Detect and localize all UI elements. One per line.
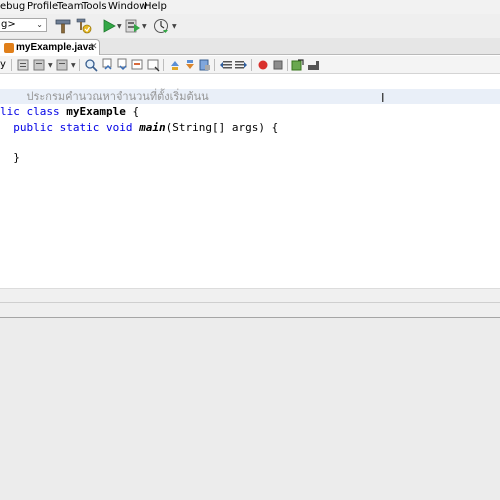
forward-dropdown-icon[interactable]: ▼ [71,62,76,69]
keyword-public: lic [0,105,20,118]
chevron-down-icon: ⌄ [36,20,43,29]
text-cursor-icon: I [381,91,385,105]
clean-build-hammer-icon [55,19,71,34]
find-next-icon[interactable] [116,58,130,72]
menu-debug[interactable]: ebug [0,1,25,13]
separator [214,59,215,71]
code-editor[interactable]: ประกรมคำนวณหาจำนวนที่ตั้งเริ่มต้นน lic c… [0,74,500,288]
open-brace: { [132,105,140,118]
class-name: myExample [66,105,126,118]
editor-tab-bar: myExample.java ✕ [0,38,500,55]
menu-bar: ebug Profile Team Tools Window Help [0,0,500,14]
code-comment: ประกรมคำนวณหาจำนวนที่ตั้งเริ่มต้นน [26,90,209,103]
profile-dropdown-icon[interactable]: ▼ [172,23,177,30]
debug-button[interactable] [124,17,142,35]
keyword-static: static [59,121,100,134]
build-icon [76,18,92,34]
previous-bookmark-icon[interactable] [168,58,182,72]
separator [79,59,80,71]
back-dropdown-icon[interactable]: ▼ [48,62,53,69]
profile-icon [154,19,168,33]
menu-window[interactable]: Window [108,1,147,13]
toggle-bookmark-icon[interactable] [198,58,212,72]
configuration-value: g> [1,19,16,30]
keyword-public: public [13,121,53,134]
separator [287,59,288,71]
separator [163,59,164,71]
next-bookmark-icon[interactable] [183,58,197,72]
run-dropdown-icon[interactable]: ▼ [117,23,122,30]
stop-macro-recording-icon[interactable] [271,58,285,72]
shift-left-icon[interactable] [219,58,233,72]
close-icon[interactable]: ✕ [90,41,98,54]
keyword-void: void [106,121,133,134]
close-brace: } [13,151,20,164]
main-toolbar: g> ⌄ ▼ ▼ ▼ [0,14,500,38]
menu-tools[interactable]: Tools [82,1,107,13]
tab-myexample-java[interactable]: myExample.java ✕ [0,39,100,55]
code-line-comment: ประกรมคำนวณหาจำนวนที่ตั้งเริ่มต้นน [0,74,209,103]
comment-icon[interactable] [291,58,305,72]
code-line-main-declaration: public static void main(String[] args) { [0,120,278,135]
start-macro-recording-icon[interactable] [256,58,270,72]
find-selection-icon[interactable] [84,58,98,72]
status-bar [0,302,500,318]
keyword-class: class [26,105,60,118]
back-icon[interactable] [33,58,47,72]
uncomment-icon[interactable] [307,58,321,72]
separator [11,59,12,71]
method-params: (String[] args) { [165,121,279,134]
last-edit-icon[interactable] [16,58,30,72]
build-button[interactable] [75,17,93,35]
run-icon [103,19,116,33]
editor-horizontal-scrollbar[interactable] [0,288,500,302]
java-file-icon [4,43,14,53]
run-button[interactable] [100,17,118,35]
code-line-class-declaration: lic class myExample { [0,104,139,119]
forward-icon[interactable] [56,58,70,72]
code-line-close-brace: } [0,150,20,165]
configuration-select[interactable]: g> ⌄ [0,18,47,32]
shift-right-icon[interactable] [234,58,248,72]
toggle-highlight-icon[interactable] [131,58,145,72]
separator [251,59,252,71]
menu-team[interactable]: Team [57,1,83,13]
history-tab-label[interactable]: y [0,59,6,71]
clean-build-button[interactable] [54,17,72,35]
debug-icon [125,19,140,33]
method-name: main [139,121,166,134]
menu-profile[interactable]: Profile [27,1,58,13]
find-previous-icon[interactable] [101,58,115,72]
output-panel [0,318,500,500]
profile-button[interactable] [152,17,170,35]
toggle-rect-select-icon[interactable] [147,58,161,72]
tab-label: myExample.java [16,42,94,53]
debug-dropdown-icon[interactable]: ▼ [142,23,147,30]
menu-help[interactable]: Help [144,1,167,13]
editor-toolbar: y ▼ ▼ [0,56,500,74]
